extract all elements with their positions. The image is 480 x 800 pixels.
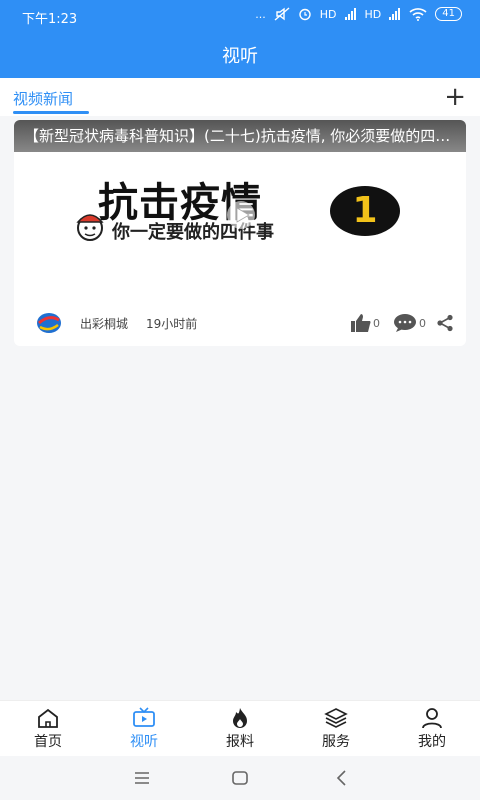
signal-icon-1 bbox=[344, 8, 356, 20]
nav-report[interactable]: 报料 bbox=[192, 701, 288, 756]
user-icon bbox=[422, 707, 442, 728]
status-time: 下午1:23 bbox=[22, 12, 78, 27]
signal-hd-2: HD bbox=[364, 7, 382, 21]
video-player[interactable]: 【新型冠状病毒科普知识】(二十七)抗击疫情, 你必须要做的四件事 抗击疫情 你一… bbox=[14, 120, 466, 298]
source-name[interactable]: 出彩桐城 bbox=[80, 315, 128, 332]
tab-video-news[interactable]: 视频新闻 bbox=[13, 88, 73, 109]
thumbs-up-icon[interactable] bbox=[350, 313, 372, 333]
tab-bar: 视频新闻 + bbox=[0, 78, 480, 116]
publish-time: 19小时前 bbox=[146, 317, 198, 331]
nav-profile[interactable]: 我的 bbox=[384, 701, 480, 756]
signal-icon-2 bbox=[389, 8, 401, 20]
flame-icon bbox=[233, 707, 247, 728]
wifi-icon bbox=[409, 7, 427, 21]
nav-media[interactable]: 视听 bbox=[96, 701, 192, 756]
source-logo-icon bbox=[37, 313, 61, 333]
nav-label-media: 视听 bbox=[130, 733, 158, 750]
video-title: 【新型冠状病毒科普知识】(二十七)抗击疫情, 你必须要做的四件事 bbox=[14, 120, 466, 152]
status-dots: ... bbox=[255, 7, 266, 21]
plus-icon[interactable]: + bbox=[444, 84, 466, 110]
share-icon[interactable] bbox=[436, 314, 454, 332]
nav-label-services: 服务 bbox=[322, 733, 350, 750]
nav-services[interactable]: 服务 bbox=[288, 701, 384, 756]
system-nav-bar bbox=[0, 756, 480, 800]
alarm-icon bbox=[299, 8, 311, 21]
layers-icon bbox=[324, 707, 348, 728]
play-icon[interactable] bbox=[226, 200, 256, 230]
header: 视听 bbox=[0, 32, 480, 78]
back-icon[interactable] bbox=[332, 768, 352, 788]
video-meta: 出彩桐城 19小时前 0 0 bbox=[14, 308, 466, 338]
nav-label-home: 首页 bbox=[34, 733, 62, 750]
tab-underline bbox=[13, 111, 89, 114]
nav-label-report: 报料 bbox=[226, 733, 254, 750]
home-icon bbox=[38, 708, 58, 728]
status-icons: ... HD HD 41 bbox=[255, 7, 462, 21]
signal-hd-1: HD bbox=[319, 7, 337, 21]
home-square-icon[interactable] bbox=[230, 768, 250, 788]
menu-icon[interactable] bbox=[132, 768, 152, 788]
nav-home[interactable]: 首页 bbox=[0, 701, 96, 756]
like-count: 0 bbox=[373, 317, 380, 330]
battery-indicator: 41 bbox=[435, 7, 462, 21]
video-card[interactable]: 【新型冠状病毒科普知识】(二十七)抗击疫情, 你必须要做的四件事 抗击疫情 你一… bbox=[14, 120, 466, 346]
poster-number-badge: 1 bbox=[330, 186, 400, 236]
comment-icon[interactable] bbox=[393, 313, 417, 333]
mute-icon bbox=[274, 7, 290, 21]
page-title: 视听 bbox=[222, 46, 258, 67]
comment-count: 0 bbox=[419, 317, 426, 330]
status-bar: 下午1:23 ... HD HD 41 bbox=[0, 0, 480, 32]
nav-label-profile: 我的 bbox=[418, 733, 446, 750]
bottom-nav: 首页 视听 报料 服务 我的 bbox=[0, 700, 480, 756]
tv-icon bbox=[133, 706, 155, 727]
